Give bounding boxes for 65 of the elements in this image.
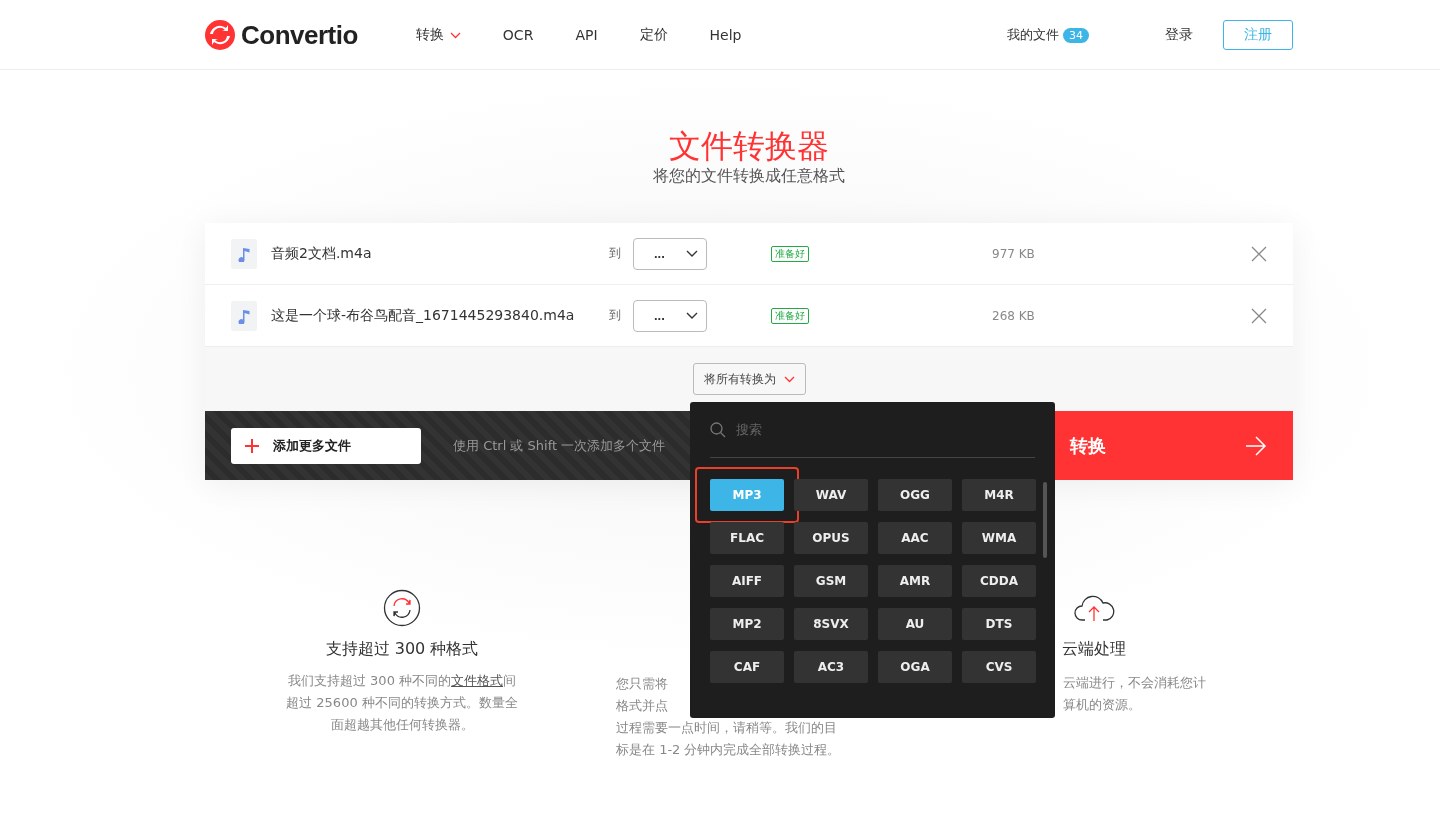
close-icon[interactable] [1251,307,1267,324]
convert-all-dropdown[interactable]: 将所有转换为 [692,363,806,395]
page-subtitle: 将您的文件转换成任意格式 [653,166,845,187]
file-count-badge: 34 [1063,27,1089,43]
feature-description-line: 您只需将 [615,675,668,693]
format-option[interactable]: DTS [962,608,1036,640]
logo-icon [205,20,235,50]
plus-icon [245,438,259,453]
arrow-right-icon [1245,435,1267,456]
search-icon [710,421,726,438]
format-option[interactable]: AC3 [794,651,868,683]
format-option[interactable]: MP2 [710,608,784,640]
to-label: 到 [609,245,622,262]
add-files-button[interactable]: 添加更多文件 [231,427,421,464]
chevron-icon [686,311,698,320]
format-option[interactable]: M4R [962,479,1036,511]
feature-description-line: 算机的资源。 [1062,696,1141,714]
file-size: 268 KB [992,308,1035,323]
to-label: 到 [609,307,622,324]
feature-description-line: 格式并点 [615,697,668,715]
feature-description-line: 过程需要一点时间，请稍等。我们的目 [615,719,837,737]
feature-description-line: 云端进行，不会消耗您计 [1062,674,1206,692]
format-select[interactable]: ... [633,237,707,270]
format-option[interactable]: OGA [878,651,952,683]
feature-title: 云端处理 [1062,639,1126,660]
format-option[interactable]: OGG [878,479,952,511]
logo-text: Convertio [241,19,358,51]
format-option[interactable]: AMR [878,565,952,597]
format-option[interactable]: 8SVX [794,608,868,640]
format-option[interactable]: CVS [962,651,1036,683]
my-files-link[interactable]: 我的文件 34 [1007,26,1089,44]
ready-status-tag: 准备好 [771,307,809,324]
format-option[interactable]: OPUS [794,522,868,554]
nav-link[interactable]: 转换 [415,26,461,44]
format-option[interactable]: WMA [962,522,1036,554]
page-title: 文件转换器 [669,126,829,166]
nav-link[interactable]: OCR [502,26,534,44]
format-option[interactable]: FLAC [710,522,784,554]
feature-title: 支持超过 300 种格式 [325,639,479,660]
caret-icon [783,375,795,383]
format-option[interactable]: AU [878,608,952,640]
close-icon[interactable] [1251,245,1267,262]
ready-status-tag: 准备好 [771,245,809,262]
feature-description: 我们支持超过 300 种不同的文件格式间超过 25600 种不同的转换方式。数量全面超越其他任何转换器。 [285,672,519,734]
login-link[interactable]: 登录 [1165,26,1193,44]
format-option[interactable]: WAV [794,479,868,511]
format-option[interactable]: AIFF [710,565,784,597]
file-size: 977 KB [992,246,1035,261]
format-search-field[interactable]: 搜索 [734,421,1018,438]
format-select[interactable]: ... [633,299,707,332]
file-name: 音频2文档.m4a [271,244,373,263]
nav-link[interactable]: 定价 [639,26,668,44]
music-note-icon [231,238,257,269]
format-option[interactable]: AAC [878,522,952,554]
feature-description-line: 标是在 1-2 分钟内完成全部转换过程。 [615,741,841,759]
nav-link[interactable]: Help [709,26,742,44]
file-name: 这是一个球-布谷鸟配音_1671445293840.m4a [271,306,576,325]
add-files-hint: 使用 Ctrl 或 Shift 一次添加多个文件 [453,436,666,455]
format-option[interactable]: GSM [794,565,868,597]
music-note-icon [231,300,257,331]
refresh-icon [383,589,421,627]
nav-link[interactable]: API [575,26,598,44]
format-option[interactable]: CAF [710,651,784,683]
format-option[interactable]: CDDA [962,565,1036,597]
chevron-icon [686,249,698,258]
